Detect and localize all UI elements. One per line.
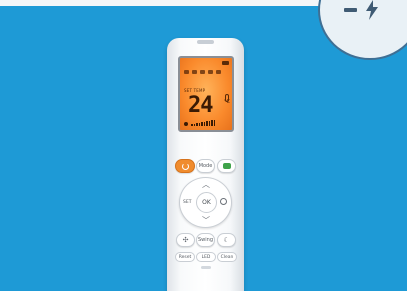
reset-button-label: Reset [178, 254, 192, 260]
lcd-side-indicator [225, 94, 229, 102]
direction-pad[interactable]: ︿ SET ﹀ OK [179, 177, 232, 228]
led-button[interactable]: LED [196, 252, 216, 262]
brand-logo [201, 266, 211, 269]
mode-button-label: Mode [198, 163, 213, 169]
clean-button-label: Clean [220, 254, 234, 260]
badge-icons [344, 0, 379, 20]
chevron-up-icon[interactable]: ︿ [202, 181, 210, 189]
ir-window [197, 40, 214, 44]
corner-badge [318, 0, 407, 60]
photo-scene: SET TEMP 24 °C Mode ︿ SET ﹀ OK ✣ Swing ☾… [0, 0, 407, 291]
swing-button-label: Swing [198, 237, 213, 243]
lightning-bolt-icon [366, 0, 378, 20]
mode-button[interactable]: Mode [196, 159, 215, 173]
lcd-mode-icons [184, 70, 230, 75]
fan-icon: ✣ [182, 235, 189, 244]
set-button-label[interactable]: SET [183, 200, 191, 205]
led-button-label: LED [201, 254, 211, 260]
eco-button[interactable] [217, 159, 236, 173]
dash-icon [344, 8, 357, 12]
ac-remote-control: SET TEMP 24 °C Mode ︿ SET ﹀ OK ✣ Swing ☾… [167, 38, 244, 291]
leaf-icon [222, 163, 231, 169]
reset-button[interactable]: Reset [175, 252, 195, 262]
sleep-icon: ☾ [223, 235, 230, 244]
fan-speed-bars [184, 120, 215, 126]
lcd-display: SET TEMP 24 °C [178, 56, 234, 132]
clean-button[interactable]: Clean [217, 252, 237, 262]
battery-icon [222, 61, 229, 65]
power-button[interactable] [175, 159, 195, 173]
sleep-button[interactable]: ☾ [217, 233, 236, 247]
fan-icon [184, 122, 188, 126]
chevron-down-icon[interactable]: ﹀ [202, 217, 210, 225]
fan-button[interactable]: ✣ [176, 233, 195, 247]
swing-button[interactable]: Swing [196, 233, 215, 247]
clock-icon[interactable] [220, 198, 227, 205]
temperature-readout: 24 [188, 93, 213, 118]
ok-button-label: OK [202, 199, 211, 206]
power-icon [181, 162, 189, 170]
ok-button[interactable]: OK [196, 192, 217, 213]
